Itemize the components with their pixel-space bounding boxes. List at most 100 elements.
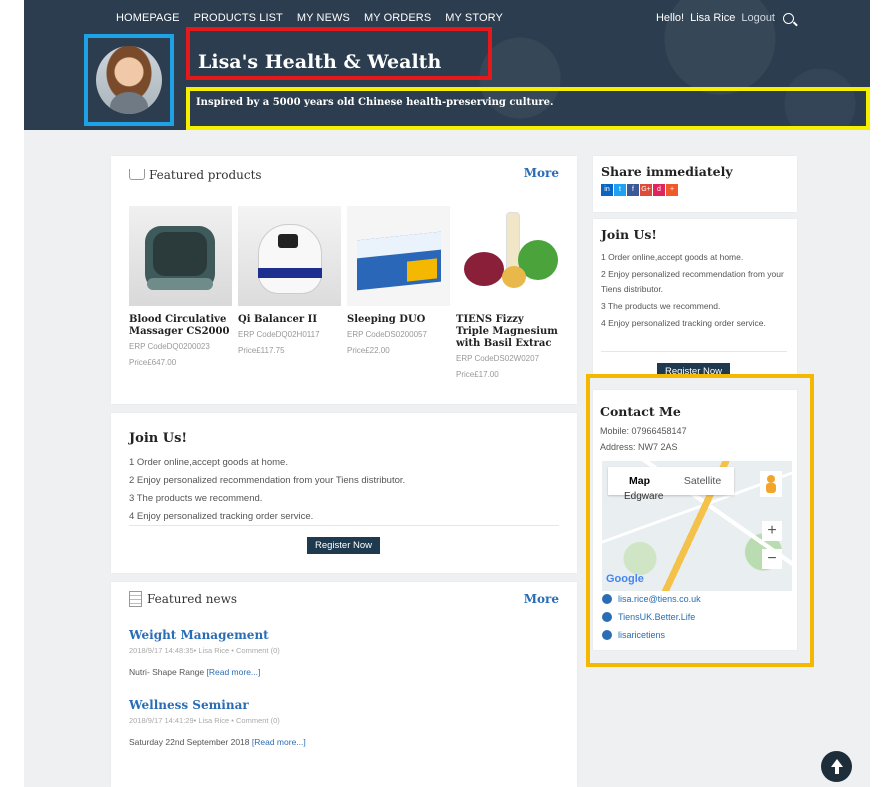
product-code: ERP CodeDQ02H0117 — [238, 330, 320, 339]
contact-address: Address: NW7 2AS — [600, 442, 678, 452]
product-image-magnesium[interactable] — [456, 206, 559, 306]
contact-links: lisa.rice@tiens.co.uk TiensUK.Better.Lif… — [602, 590, 701, 644]
product-code: ERP CodeDS0200057 — [347, 330, 427, 339]
facebook-link[interactable]: TiensUK.Better.Life — [602, 608, 701, 626]
register-now-button[interactable]: Register Now — [307, 537, 381, 554]
join-side-item: 4 Enjoy personalized tracking order serv… — [601, 318, 766, 328]
email-icon — [602, 594, 612, 604]
product-code: ERP CodeDS02W0207 — [456, 354, 540, 363]
share-content: Share immediately in t f G+ d + — [601, 164, 733, 196]
read-more-link[interactable]: [Read more...] — [252, 737, 306, 747]
contact-highlight: Contact Me Mobile: 07966458147 Address: … — [586, 374, 814, 667]
nav-products-list[interactable]: PRODUCTS LIST — [194, 12, 283, 24]
news-excerpt-text: Nutri- Shape Range — [129, 667, 205, 677]
facebook-text[interactable]: TiensUK.Better.Life — [618, 608, 695, 626]
digg-icon[interactable]: d — [653, 184, 665, 196]
join-side-item: 3 The products we recommend. — [601, 301, 721, 311]
contact-mobile: Mobile: 07966458147 — [600, 426, 687, 436]
featured-products-title: Featured products — [149, 168, 262, 182]
featured-products-card: Featured products More Blood Circulative… — [111, 156, 577, 404]
news-more-link[interactable]: More — [524, 592, 559, 606]
news-excerpt: Saturday 22nd September 2018 [Read more.… — [129, 737, 306, 747]
product-price: Price£647.00 — [129, 358, 177, 367]
read-more-link[interactable]: [Read more...] — [207, 667, 261, 677]
satellite-tab[interactable]: Satellite — [671, 467, 734, 495]
product-price: Price£17.00 — [456, 370, 499, 379]
map-widget[interactable]: Map Satellite Edgware + − Google — [602, 461, 792, 591]
product-name[interactable]: Qi Balancer II — [238, 314, 341, 326]
user-name[interactable]: Lisa Rice — [690, 12, 735, 24]
product-name[interactable]: Sleeping DUO — [347, 314, 450, 326]
facebook-icon[interactable]: f — [627, 184, 639, 196]
more-share-icon[interactable]: + — [666, 184, 678, 196]
nav-my-story[interactable]: MY STORY — [445, 12, 503, 24]
title-highlight: Lisa's Health & Wealth — [186, 27, 492, 80]
product-image-massager[interactable] — [129, 206, 232, 306]
logout-link[interactable]: Logout — [741, 12, 775, 24]
featured-news-card: Featured news More Weight Management 201… — [111, 582, 577, 787]
twitter-icon[interactable]: t — [614, 184, 626, 196]
instagram-icon — [602, 630, 612, 640]
news-title[interactable]: Weight Management — [129, 628, 280, 642]
tagline-highlight: Inspired by a 5000 years old Chinese hea… — [186, 87, 870, 130]
email-text[interactable]: lisa.rice@tiens.co.uk — [618, 590, 701, 608]
instagram-link[interactable]: lisaricetiens — [602, 626, 701, 644]
join-us-title: Join Us! — [129, 431, 188, 446]
street-view-icon[interactable] — [760, 471, 782, 497]
cart-icon — [129, 169, 145, 181]
product-card[interactable]: Blood Circulative Massager CS2000 ERP Co… — [129, 206, 232, 382]
product-name[interactable]: Blood Circulative Massager CS2000 — [129, 314, 232, 338]
product-name[interactable]: TIENS Fizzy Triple Magnesium with Basil … — [456, 314, 559, 350]
product-price: Price£117.75 — [238, 346, 285, 355]
scroll-to-top-button[interactable] — [821, 751, 852, 782]
join-us-side-card: Join Us! 1 Order online,accept goods at … — [593, 219, 797, 377]
zoom-in-button[interactable]: + — [762, 521, 782, 541]
product-card[interactable]: Sleeping DUO ERP CodeDS0200057 Price£22.… — [347, 206, 450, 382]
featured-news-title: Featured news — [147, 592, 238, 606]
join-us-item: 2 Enjoy personalized recommendation from… — [129, 475, 406, 486]
search-icon[interactable] — [783, 12, 794, 24]
linkedin-icon[interactable]: in — [601, 184, 613, 196]
join-us-content: Join Us! 1 Order online,accept goods at … — [129, 431, 405, 526]
product-card[interactable]: Qi Balancer II ERP CodeDQ02H0117 Price£1… — [238, 206, 341, 382]
news-meta: 2018/9/17 14:41:29• Lisa Rice • Comment … — [129, 716, 280, 725]
product-code: ERP CodeDQ0200023 — [129, 342, 210, 351]
map-place-label: Edgware — [624, 491, 664, 502]
featured-news-header: Featured news — [129, 590, 237, 608]
site-title: Lisa's Health & Wealth — [198, 51, 442, 73]
email-link[interactable]: lisa.rice@tiens.co.uk — [602, 590, 701, 608]
news-excerpt-text: Saturday 22nd September 2018 — [129, 737, 250, 747]
join-us-item: 4 Enjoy personalized tracking order serv… — [129, 511, 314, 522]
join-side-item: 1 Order online,accept goods at home. — [601, 252, 744, 262]
site-tagline: Inspired by a 5000 years old Chinese hea… — [196, 97, 554, 108]
join-side-item: 2 Enjoy personalized recommendation from… — [601, 269, 784, 294]
contact-title: Contact Me — [600, 404, 681, 419]
nav-homepage[interactable]: HOMEPAGE — [116, 12, 180, 24]
nav-my-news[interactable]: MY NEWS — [297, 12, 350, 24]
contact-content: Contact Me Mobile: 07966458147 Address: … — [600, 404, 687, 455]
product-image-sleeping-duo[interactable] — [347, 206, 450, 306]
avatar-highlight — [84, 34, 174, 126]
news-item: Weight Management 2018/9/17 14:48:35• Li… — [129, 628, 280, 677]
user-area: Hello! Lisa Rice Logout — [656, 12, 794, 24]
google-plus-icon[interactable]: G+ — [640, 184, 652, 196]
featured-products-header: Featured products — [129, 166, 262, 184]
divider — [129, 525, 559, 526]
product-price: Price£22.00 — [347, 346, 390, 355]
news-meta: 2018/9/17 14:48:35• Lisa Rice • Comment … — [129, 646, 280, 655]
product-card[interactable]: TIENS Fizzy Triple Magnesium with Basil … — [456, 206, 559, 382]
divider — [601, 351, 787, 352]
instagram-text[interactable]: lisaricetiens — [618, 626, 665, 644]
news-title[interactable]: Wellness Seminar — [129, 698, 306, 712]
greeting: Hello! — [655, 12, 685, 24]
nav-my-orders[interactable]: MY ORDERS — [364, 12, 431, 24]
zoom-out-button[interactable]: − — [762, 549, 782, 569]
share-card: Share immediately in t f G+ d + — [593, 156, 797, 212]
join-us-card: Join Us! 1 Order online,accept goods at … — [111, 413, 577, 573]
document-icon — [129, 590, 142, 607]
product-list: Blood Circulative Massager CS2000 ERP Co… — [129, 206, 559, 382]
join-us-item: 3 The products we recommend. — [129, 493, 263, 504]
product-image-qi-balancer[interactable] — [238, 206, 341, 306]
products-more-link[interactable]: More — [524, 166, 559, 180]
avatar[interactable] — [96, 46, 162, 114]
